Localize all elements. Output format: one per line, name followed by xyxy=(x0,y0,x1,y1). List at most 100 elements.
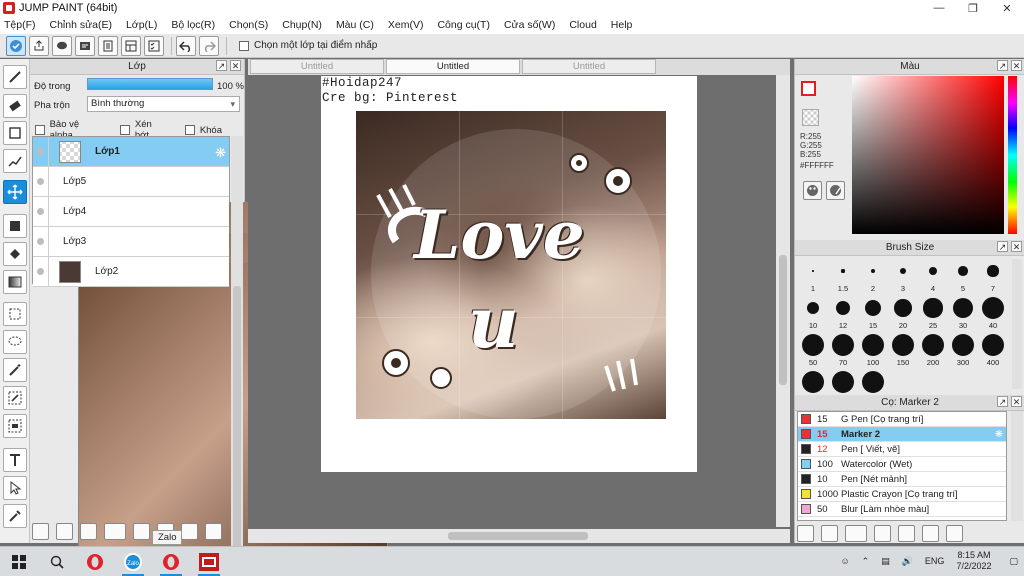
gradient-tool[interactable] xyxy=(3,270,27,294)
layer-row[interactable]: Lớp3 xyxy=(33,227,388,570)
layer-row[interactable]: Lớp4 xyxy=(33,197,388,540)
document-button[interactable] xyxy=(98,35,118,56)
visibility-toggle[interactable] xyxy=(33,197,49,226)
brush-size-option[interactable]: 70 xyxy=(828,332,858,369)
brush-list-item[interactable]: 15 G Pen [Cọ trang trí] xyxy=(798,412,1006,427)
opacity-slider[interactable] xyxy=(87,78,213,90)
menu-color[interactable]: Màu (C) xyxy=(336,19,374,31)
rectangle-tool[interactable] xyxy=(3,121,27,145)
brush-size-option[interactable]: 1 xyxy=(798,258,828,295)
add-layer-menu-button[interactable] xyxy=(104,522,126,540)
select-pen-tool[interactable] xyxy=(3,386,27,410)
opera-gx-icon[interactable] xyxy=(152,547,190,576)
brush-size-option[interactable]: 15 xyxy=(858,295,888,332)
menu-capture[interactable]: Chụp(N) xyxy=(282,19,322,31)
magic-wand-tool[interactable] xyxy=(3,358,27,382)
undock-icon[interactable]: ↗ xyxy=(997,396,1008,407)
brush-folder-button[interactable] xyxy=(898,524,915,542)
select-layer-checkbox[interactable] xyxy=(239,40,249,51)
document-tab[interactable]: Untitled xyxy=(250,59,384,74)
delete-brush-button[interactable] xyxy=(946,524,963,542)
operation-tool[interactable] xyxy=(3,476,27,500)
select-layer-at-click-option[interactable]: Chọn một lớp tại điểm nhấp xyxy=(239,40,377,51)
gear-icon[interactable]: ❋ xyxy=(995,429,1003,440)
brush-size-option[interactable]: 1.5 xyxy=(828,258,858,295)
brush-size-option[interactable]: 2 xyxy=(858,258,888,295)
comment-button[interactable] xyxy=(52,35,72,56)
menu-cloud[interactable]: Cloud xyxy=(569,19,596,31)
new-1bit-layer-button[interactable] xyxy=(80,522,97,540)
brush-size-option[interactable]: 50 xyxy=(798,332,828,369)
delete-layer-button[interactable] xyxy=(205,522,222,540)
canvas-vertical-scrollbar[interactable] xyxy=(776,75,790,527)
language-indicator[interactable]: ENG xyxy=(925,556,945,566)
network-icon[interactable]: ▤ xyxy=(881,556,890,567)
duplicate-brush-button[interactable] xyxy=(922,524,939,542)
menu-select[interactable]: Chọn(S) xyxy=(229,19,268,31)
clip-checkbox[interactable] xyxy=(120,125,130,135)
select-eraser-tool[interactable] xyxy=(3,414,27,438)
chevron-up-icon[interactable]: ⌃ xyxy=(862,556,870,567)
palette-button[interactable] xyxy=(803,181,822,200)
layer-row[interactable]: Lớp2 xyxy=(33,257,229,287)
copy-brush-button[interactable] xyxy=(874,524,891,542)
layout-button[interactable] xyxy=(121,35,141,56)
close-panel-icon[interactable]: ✕ xyxy=(230,60,241,71)
volume-icon[interactable]: 🔊 xyxy=(902,556,913,567)
layer-row[interactable]: Lớp5 xyxy=(33,167,388,510)
brush-size-option[interactable]: 7 xyxy=(978,258,1008,295)
visibility-toggle[interactable] xyxy=(33,227,49,256)
brush-size-option[interactable]: 400 xyxy=(978,332,1008,369)
brush-size-scrollbar[interactable] xyxy=(1012,259,1022,389)
scroll-thumb[interactable] xyxy=(779,255,787,385)
canvas-horizontal-scrollbar[interactable] xyxy=(248,529,790,543)
move-tool[interactable] xyxy=(3,180,27,204)
text-tool[interactable] xyxy=(3,448,27,472)
minimize-icon[interactable]: — xyxy=(922,0,956,16)
lasso-tool[interactable] xyxy=(3,330,27,354)
brush-size-option[interactable]: 30 xyxy=(948,295,978,332)
hue-slider[interactable] xyxy=(1008,76,1017,234)
menu-file[interactable]: Tệp(F) xyxy=(4,19,36,31)
document-tab-active[interactable]: Untitled xyxy=(386,59,520,74)
menu-view[interactable]: Xem(V) xyxy=(388,19,424,31)
windows-start-icon[interactable] xyxy=(0,547,38,576)
fill-rect-tool[interactable] xyxy=(3,214,27,238)
import-brush-button[interactable] xyxy=(821,524,838,542)
brush-size-option[interactable]: 4 xyxy=(918,258,948,295)
brush-list-item[interactable]: 12 Pen [ Viết, vẽ] xyxy=(798,442,1006,457)
layer-row[interactable]: Lớp1 ❋ xyxy=(33,137,229,167)
clock[interactable]: 8:15 AM 7/2/2022 xyxy=(956,550,991,572)
brush-size-option[interactable]: 150 xyxy=(888,332,918,369)
eraser-tool[interactable] xyxy=(3,94,27,118)
brush-size-option[interactable]: 300 xyxy=(948,332,978,369)
undo-button[interactable] xyxy=(176,35,196,56)
menu-help[interactable]: Help xyxy=(611,19,633,31)
undock-icon[interactable]: ↗ xyxy=(216,60,227,71)
brush-size-option[interactable]: 40 xyxy=(978,295,1008,332)
checklist-button[interactable] xyxy=(144,35,164,56)
undock-icon[interactable]: ↗ xyxy=(997,60,1008,71)
brush-list-item[interactable]: 100 Watercolor (Wet) xyxy=(798,457,1006,472)
canvas-paper[interactable]: #Hoidap247 Cre bg: Pinterest Love u xyxy=(321,76,697,472)
undock-icon[interactable]: ↗ xyxy=(997,241,1008,252)
curve-tool[interactable] xyxy=(3,149,27,173)
menu-filter[interactable]: Bộ lọc(R) xyxy=(171,19,215,31)
menu-tools[interactable]: Công cụ(T) xyxy=(437,19,490,31)
lock-checkbox[interactable] xyxy=(184,125,195,135)
scroll-thumb[interactable] xyxy=(448,532,588,540)
notifications-icon[interactable]: ▢ xyxy=(1009,556,1018,567)
brush-settings-button[interactable] xyxy=(797,524,814,542)
layer-scrollbar[interactable] xyxy=(231,136,243,568)
visibility-toggle[interactable] xyxy=(33,257,49,286)
saturation-value-picker[interactable] xyxy=(852,76,1004,234)
close-panel-icon[interactable]: ✕ xyxy=(1011,60,1022,71)
maximize-icon[interactable]: ❐ xyxy=(956,0,990,16)
export-button[interactable] xyxy=(29,35,49,56)
protect-alpha-checkbox[interactable] xyxy=(35,125,45,135)
text-box-button[interactable] xyxy=(75,35,95,56)
new-layer-button[interactable] xyxy=(32,522,49,540)
close-panel-icon[interactable]: ✕ xyxy=(1011,396,1022,407)
menu-window[interactable]: Cửa số(W) xyxy=(504,19,555,31)
redo-button[interactable] xyxy=(199,35,219,56)
